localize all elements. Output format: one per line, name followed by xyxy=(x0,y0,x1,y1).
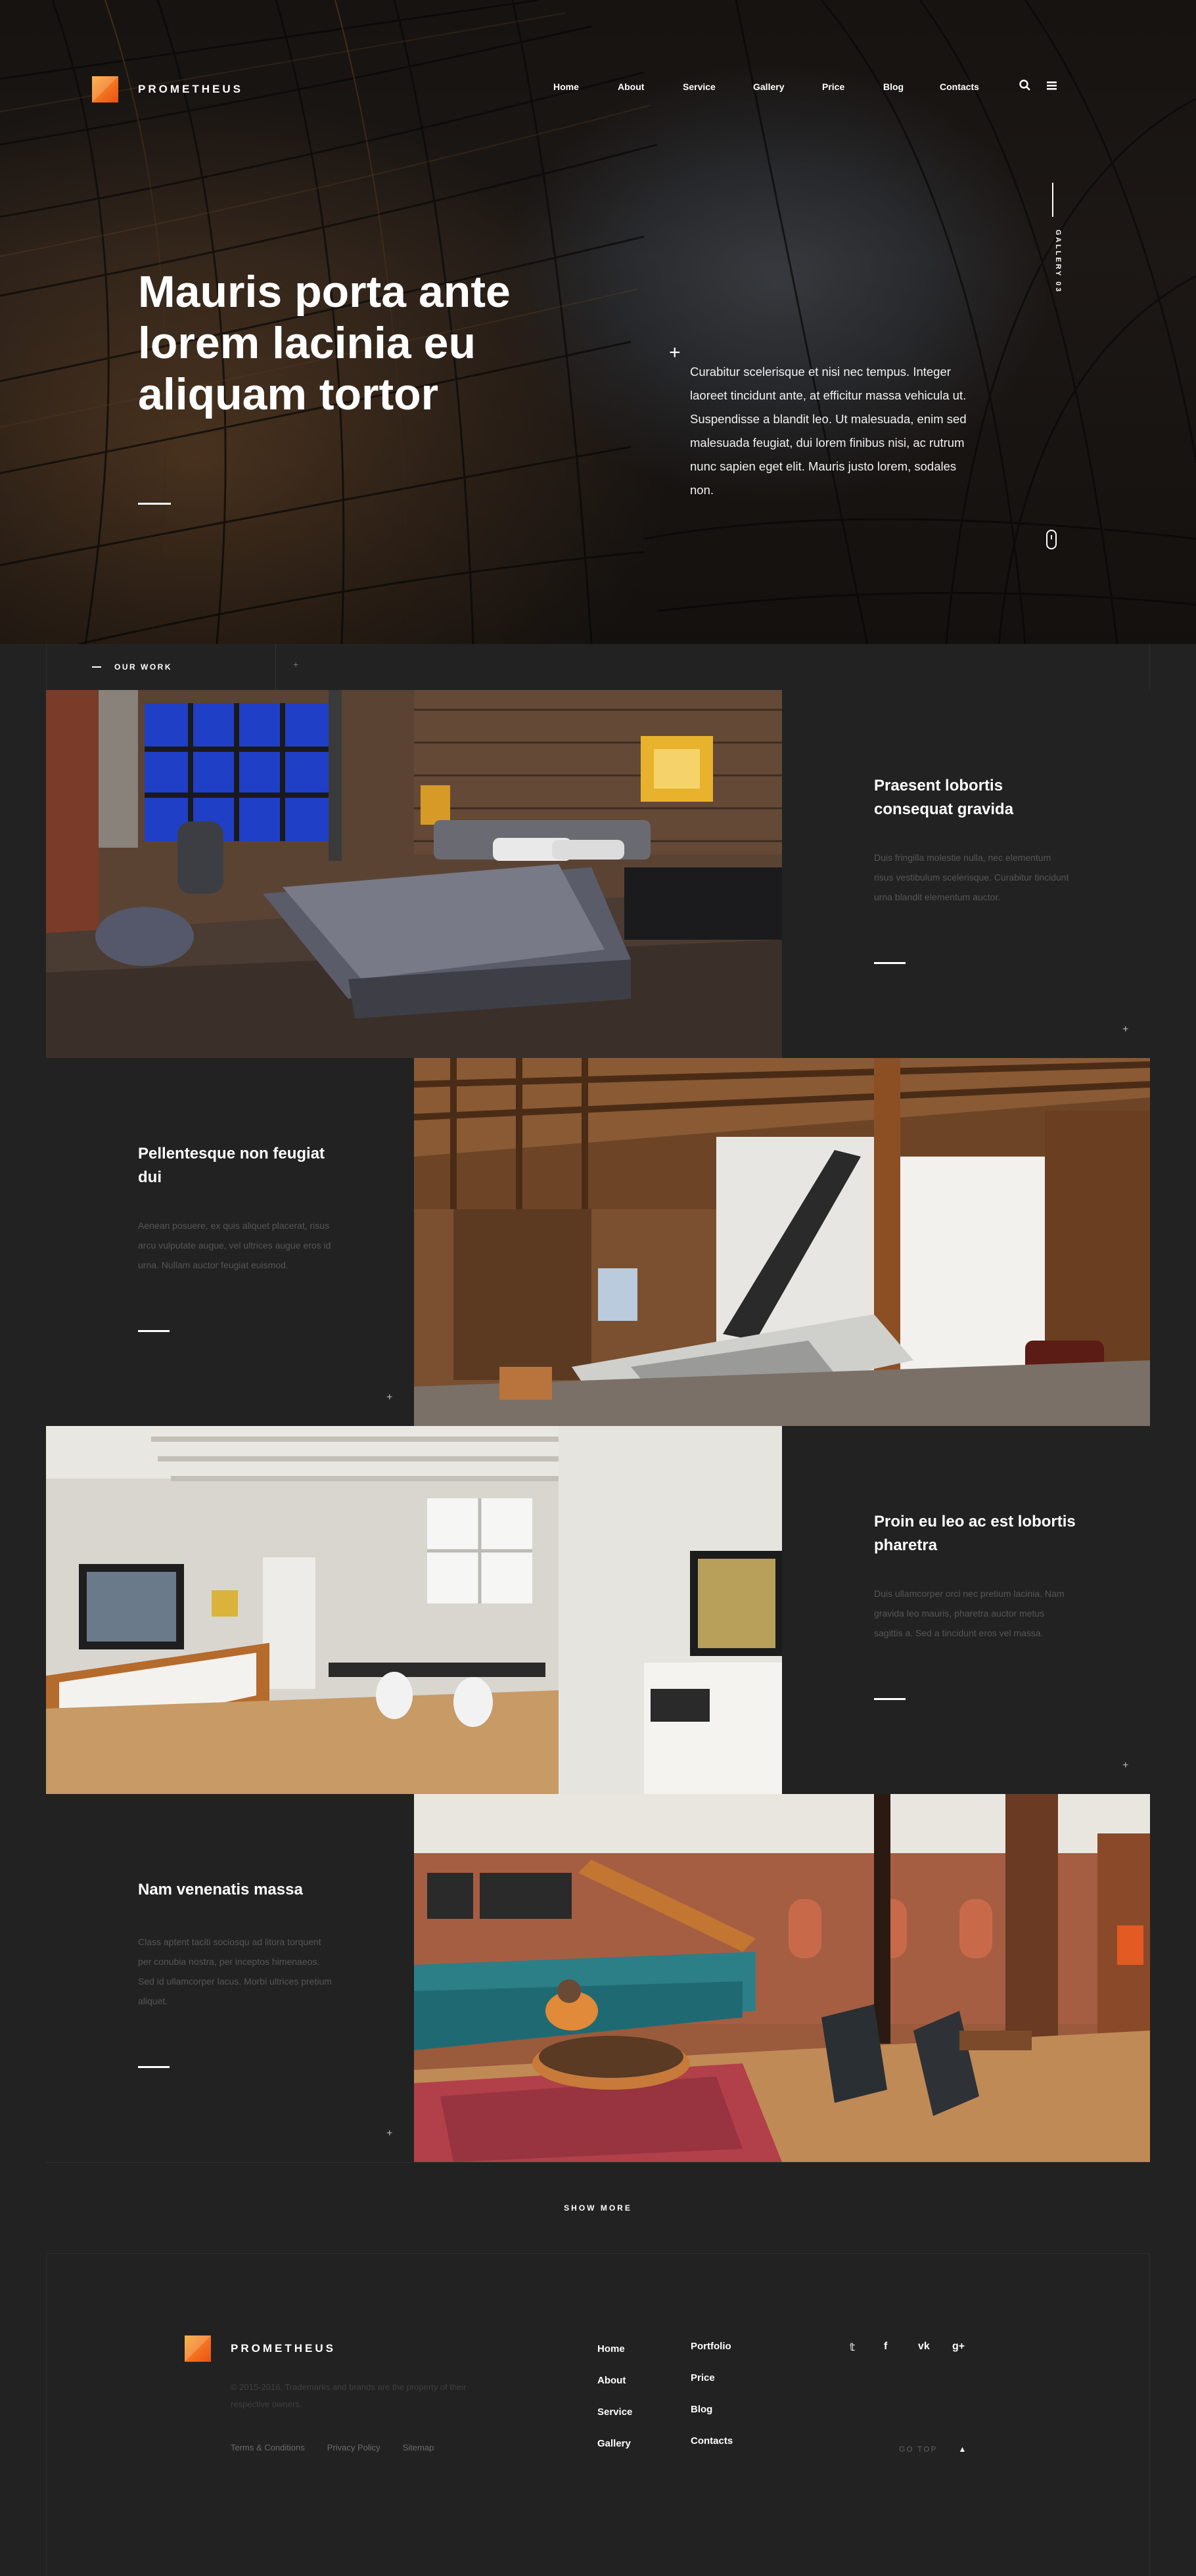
show-more-button[interactable]: SHOW MORE xyxy=(564,2203,632,2213)
footer-logo-text: PROMETHEUS xyxy=(231,2342,336,2355)
go-top-label: GO TOP xyxy=(899,2445,938,2454)
work-description: Aenean posuere, ex quis aliquet placerat… xyxy=(138,1220,331,1270)
scroll-mouse-icon[interactable] xyxy=(1046,530,1057,549)
footer: PROMETHEUS © 2015-2016. Trademarks and b… xyxy=(46,2254,1150,2576)
menu-icon[interactable] xyxy=(1046,79,1059,92)
nav-item-price[interactable]: Price xyxy=(822,81,844,92)
vk-icon[interactable]: vk xyxy=(918,2341,952,2354)
footer-link-service[interactable]: Service xyxy=(597,2406,632,2438)
footer-logo[interactable]: PROMETHEUS xyxy=(185,2335,336,2362)
our-work-dash xyxy=(92,666,101,668)
work-plus-icon[interactable]: + xyxy=(386,1392,392,1404)
work-description: Class aptent taciti sociosqu ad litora t… xyxy=(138,1937,332,2006)
hero-description: Curabitur scelerisque et nisi nec tempus… xyxy=(690,365,967,497)
work-title: Pellentesque non feugiat dui xyxy=(138,1145,325,1186)
footer-link-gallery[interactable]: Gallery xyxy=(597,2438,632,2470)
footer-link-contacts[interactable]: Contacts xyxy=(691,2435,733,2467)
our-work-header: OUR WORK xyxy=(46,644,276,690)
work-description: Duis ullamcorper orci nec pretium lacini… xyxy=(874,1588,1065,1638)
logo-text: PROMETHEUS xyxy=(138,83,243,95)
work-image-white-dining-room[interactable] xyxy=(46,1426,782,1794)
work-title: Proin eu leo ac est lobortis pharetra xyxy=(874,1513,1076,1554)
hero-plus-icon[interactable]: + xyxy=(669,342,681,364)
work-title: Nam venenatis massa xyxy=(138,1881,303,1898)
our-work-plus-icon[interactable]: + xyxy=(293,659,298,670)
nav-item-service[interactable]: Service xyxy=(683,81,716,92)
gallery-indicator-line xyxy=(1052,183,1053,217)
hero-section: PROMETHEUS Home About Service Gallery Pr… xyxy=(0,0,1196,644)
sitemap-link[interactable]: Sitemap xyxy=(403,2443,434,2452)
search-icon[interactable] xyxy=(1019,79,1032,92)
arrow-up-icon: ▲ xyxy=(958,2445,967,2454)
work-description: Duis fringilla molestie nulla, nec eleme… xyxy=(874,852,1069,902)
work-dash xyxy=(874,962,906,964)
work-title: Praesent lobortis consequat gravida xyxy=(874,777,1014,818)
footer-nav-col-1: Home About Service Gallery xyxy=(597,2343,632,2470)
gallery-label: GALLERY 03 xyxy=(1054,229,1062,294)
social-links: 𝕥 f vk g+ xyxy=(850,2341,986,2354)
footer-logo-mark-icon xyxy=(185,2335,211,2362)
logo[interactable]: PROMETHEUS xyxy=(92,76,243,103)
nav-item-contacts[interactable]: Contacts xyxy=(940,81,979,92)
footer-link-home[interactable]: Home xyxy=(597,2343,632,2375)
facebook-icon[interactable]: f xyxy=(884,2341,918,2354)
work-card-1: Praesent lobortis consequat gravida Duis… xyxy=(782,690,1150,1058)
footer-link-portfolio[interactable]: Portfolio xyxy=(691,2341,733,2372)
work-card-2: Pellentesque non feugiat dui Aenean posu… xyxy=(46,1058,414,1426)
nav-item-home[interactable]: Home xyxy=(553,81,579,92)
logo-mark-icon xyxy=(92,76,118,103)
work-image-brick-loft-living-room[interactable] xyxy=(414,1794,1150,2162)
our-work-label: OUR WORK xyxy=(114,662,172,672)
work-plus-icon[interactable]: + xyxy=(386,2128,392,2140)
work-plus-icon[interactable]: + xyxy=(1122,1024,1128,1036)
footer-link-price[interactable]: Price xyxy=(691,2372,733,2404)
terms-link[interactable]: Terms & Conditions xyxy=(231,2443,305,2452)
nav-item-about[interactable]: About xyxy=(618,81,644,92)
copyright-text: © 2015-2016. Trademarks and brands are t… xyxy=(231,2382,467,2409)
work-card-4: Nam venenatis massa Class aptent taciti … xyxy=(46,1794,414,2162)
nav-item-gallery[interactable]: Gallery xyxy=(753,81,784,92)
nav-item-blog[interactable]: Blog xyxy=(883,81,904,92)
work-dash xyxy=(138,2066,170,2068)
footer-link-blog[interactable]: Blog xyxy=(691,2404,733,2435)
footer-legal-links: Terms & Conditions Privacy Policy Sitema… xyxy=(231,2443,434,2452)
go-top-button[interactable]: GO TOP ▲ xyxy=(899,2445,966,2454)
work-plus-icon[interactable]: + xyxy=(1122,1760,1128,1772)
privacy-link[interactable]: Privacy Policy xyxy=(327,2443,380,2452)
hero-title-underline xyxy=(138,503,171,505)
footer-nav-col-2: Portfolio Price Blog Contacts xyxy=(691,2341,733,2467)
work-dash xyxy=(138,1330,170,1332)
work-image-wooden-loft-kitchen[interactable] xyxy=(414,1058,1150,1426)
google-plus-icon[interactable]: g+ xyxy=(952,2341,986,2354)
show-more-bar[interactable]: SHOW MORE xyxy=(46,2162,1150,2254)
twitter-icon[interactable]: 𝕥 xyxy=(850,2341,884,2354)
footer-link-about[interactable]: About xyxy=(597,2375,632,2406)
hero-title: Mauris porta ante lorem lacinia eu aliqu… xyxy=(138,267,511,419)
work-dash xyxy=(874,1698,906,1700)
work-image-loft-bedroom[interactable] xyxy=(46,690,782,1058)
work-card-3: Proin eu leo ac est lobortis pharetra Du… xyxy=(782,1426,1150,1794)
